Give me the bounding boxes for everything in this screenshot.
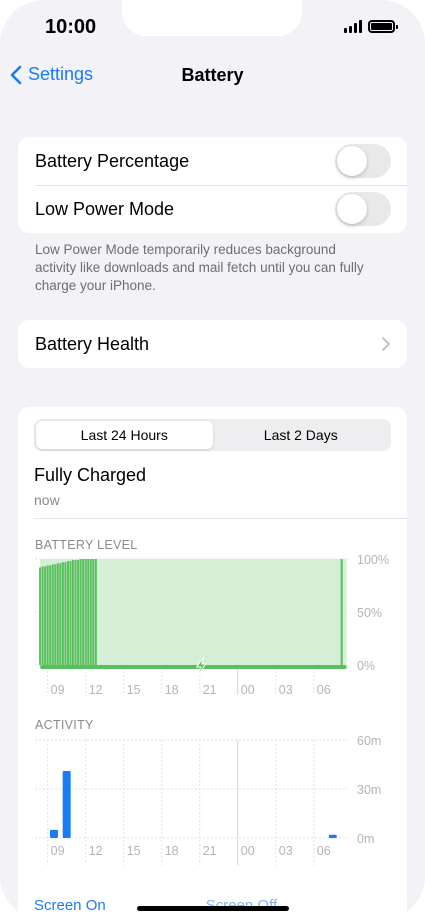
time-range-segmented-control: Last 24 Hours Last 2 Days bbox=[34, 419, 391, 451]
chevron-right-icon bbox=[382, 337, 390, 351]
y-tick-label: 0% bbox=[357, 659, 375, 673]
x-tick-label: 18 bbox=[165, 844, 179, 858]
cellular-signal-icon bbox=[344, 20, 362, 33]
battery-bar bbox=[340, 559, 343, 665]
battery-bar bbox=[46, 565, 49, 665]
battery-health-label: Battery Health bbox=[35, 333, 150, 354]
x-tick-label: 15 bbox=[127, 844, 141, 858]
battery-bar bbox=[87, 559, 90, 665]
battery-percentage-row: Battery Percentage bbox=[18, 137, 407, 185]
low-power-footnote: Low Power Mode temporarily reduces backg… bbox=[35, 242, 364, 293]
low-power-mode-row: Low Power Mode bbox=[18, 185, 407, 233]
tab-last-2-days[interactable]: Last 2 Days bbox=[213, 421, 390, 449]
y-tick-label: 100% bbox=[357, 553, 389, 567]
battery-bar bbox=[41, 566, 44, 665]
battery-bar bbox=[82, 559, 85, 665]
x-tick-label: 15 bbox=[127, 683, 141, 697]
battery-bar bbox=[49, 565, 52, 665]
status-icons bbox=[344, 20, 398, 33]
battery-bar bbox=[44, 566, 47, 665]
y-tick-label: 60m bbox=[357, 734, 381, 748]
battery-icon bbox=[368, 20, 398, 33]
x-tick-label: 06 bbox=[317, 844, 331, 858]
activity-bar bbox=[328, 834, 337, 838]
x-tick-label: 12 bbox=[89, 683, 103, 697]
battery-bar bbox=[89, 559, 92, 665]
low-power-mode-toggle[interactable] bbox=[335, 192, 391, 226]
y-tick-label: 0m bbox=[357, 832, 374, 846]
battery-bar bbox=[56, 563, 59, 665]
battery-bar bbox=[74, 560, 77, 665]
phone-screen: 10:00 Settings Battery Battery Percentag… bbox=[0, 0, 425, 920]
x-tick-label: 09 bbox=[51, 844, 65, 858]
battery-bar bbox=[92, 559, 95, 665]
charge-state: Fully Charged bbox=[34, 465, 147, 485]
battery-bar bbox=[72, 560, 75, 665]
x-tick-label: 21 bbox=[203, 683, 217, 697]
battery-level-chart: 100% 50% 0% 09 12 15 18 21 00 03 06 bbox=[35, 553, 389, 697]
battery-bar bbox=[66, 561, 69, 665]
x-tick-label: 03 bbox=[279, 844, 293, 858]
x-tick-label: 09 bbox=[51, 683, 65, 697]
x-tick-label: 03 bbox=[279, 683, 293, 697]
battery-bar bbox=[77, 560, 80, 665]
page-title: Battery bbox=[181, 65, 244, 85]
charging-line bbox=[40, 665, 347, 669]
battery-bar bbox=[54, 564, 57, 665]
x-tick-label: 18 bbox=[165, 683, 179, 697]
battery-bar bbox=[64, 562, 67, 665]
divider bbox=[34, 518, 407, 519]
battery-percentage-label: Battery Percentage bbox=[35, 150, 190, 171]
home-indicator[interactable] bbox=[137, 906, 289, 911]
x-tick-label: 06 bbox=[317, 683, 331, 697]
tab-last-24-hours[interactable]: Last 24 Hours bbox=[36, 421, 213, 449]
y-tick-label: 30m bbox=[357, 783, 381, 797]
battery-bar bbox=[59, 563, 62, 665]
low-power-mode-label: Low Power Mode bbox=[35, 198, 175, 219]
x-tick-label: 21 bbox=[203, 844, 217, 858]
battery-bar bbox=[51, 564, 54, 665]
activity-bar bbox=[50, 829, 59, 838]
settings-group: Battery Percentage Low Power Mode bbox=[18, 137, 407, 233]
battery-health-row[interactable]: Battery Health bbox=[18, 320, 407, 368]
charge-time: now bbox=[34, 492, 60, 508]
battery-bar bbox=[61, 562, 64, 665]
legend-screen-on: Screen On bbox=[34, 897, 106, 914]
battery-bar bbox=[79, 559, 82, 665]
battery-percentage-toggle[interactable] bbox=[335, 144, 391, 178]
x-tick-label: 00 bbox=[241, 683, 255, 697]
status-time: 10:00 bbox=[45, 16, 97, 38]
activity-bar bbox=[62, 771, 71, 838]
battery-bar bbox=[94, 559, 97, 665]
battery-bar bbox=[39, 567, 42, 665]
x-tick-label: 00 bbox=[241, 844, 255, 858]
activity-chart: 60m 30m 0m 09 12 15 18 21 00 03 06 bbox=[35, 734, 381, 865]
notch bbox=[122, 0, 302, 36]
y-tick-label: 50% bbox=[357, 606, 382, 620]
x-tick-label: 12 bbox=[89, 844, 103, 858]
battery-bar bbox=[84, 559, 87, 665]
battery-bar bbox=[69, 561, 72, 665]
battery-health-group: Battery Health bbox=[18, 320, 407, 368]
